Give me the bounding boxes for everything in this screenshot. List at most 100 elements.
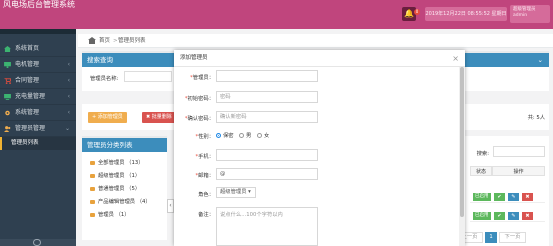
- folder-icon: [90, 173, 95, 178]
- confirm-label: *确认密码：: [184, 116, 214, 122]
- breadcrumb-separator: >: [113, 38, 118, 44]
- sidebar: 系统首页 电机管理 ‹ 合同管理 ‹ 充电量管理 ‹ 系统管理 ‹ 管理员管理 …: [0, 29, 76, 246]
- pagination-next[interactable]: 下一页: [499, 232, 526, 243]
- dialog-header: 添加管理员 ×: [174, 50, 465, 67]
- table-search-input[interactable]: [493, 146, 545, 157]
- sidebar-item-label: 管理员管理: [15, 125, 46, 132]
- sidebar-item-label: 系统管理: [15, 109, 40, 116]
- sidebar-item-contract[interactable]: 合同管理 ‹: [0, 73, 76, 89]
- email-input[interactable]: @: [216, 168, 318, 180]
- delete-icon[interactable]: ✖: [522, 212, 533, 220]
- table-header-status[interactable]: 状态: [470, 166, 492, 176]
- category-item[interactable]: 产品编辑管理员 （4）: [90, 197, 151, 205]
- gender-radio-male[interactable]: 男: [239, 131, 251, 139]
- user-name: admin: [513, 13, 528, 18]
- breadcrumb: 首页 > 管理员列表: [78, 34, 553, 48]
- radio-checked-icon: [216, 133, 221, 138]
- password-label: *初始密码：: [184, 96, 214, 102]
- category-label: 产品编辑管理员 （4）: [98, 199, 151, 205]
- chevron-left-icon: ‹: [67, 61, 70, 68]
- folder-icon: [90, 160, 95, 165]
- table-row: 已启用 ✔ ✎ ✖: [470, 210, 545, 222]
- sidebar-item-charge[interactable]: 充电量管理 ‹: [0, 89, 76, 105]
- notification-badge: 0: [414, 9, 420, 15]
- category-item[interactable]: 全部管理员 （13）: [90, 158, 144, 166]
- role-label: 角色：: [198, 192, 214, 198]
- password-input[interactable]: 密码: [216, 91, 318, 103]
- category-item[interactable]: 超级管理员 （1）: [90, 171, 140, 179]
- user-menu[interactable]: 超级管理员 admin: [510, 5, 550, 23]
- users-icon: [4, 126, 11, 132]
- sidebar-item-motor[interactable]: 电机管理 ‹: [0, 57, 76, 73]
- phone-label: *手机：: [195, 154, 214, 160]
- pagination-page-1[interactable]: 1: [485, 232, 497, 243]
- batch-delete-button[interactable]: ✖ 批量删除: [142, 112, 176, 123]
- folder-icon: [90, 199, 95, 204]
- category-label: 超级管理员 （1）: [98, 173, 141, 179]
- admin-name-label: 管理员名称:: [90, 76, 119, 82]
- sidebar-item-admin[interactable]: 管理员管理 ⌄: [0, 121, 76, 137]
- status-badge: 已启用: [473, 212, 491, 220]
- collapse-handle[interactable]: ‹: [167, 199, 174, 213]
- search-panel-title: 搜索查询: [87, 56, 113, 64]
- gender-label: *性别：: [195, 134, 214, 140]
- home-icon[interactable]: [88, 37, 96, 44]
- table-search-label: 搜索:: [476, 151, 489, 157]
- chevron-down-icon: ⌄: [64, 125, 70, 132]
- note-label: 备注：: [198, 212, 214, 218]
- sidebar-item-system[interactable]: 系统管理 ‹: [0, 105, 76, 121]
- sidebar-subitem-admin-list[interactable]: 管理员列表: [0, 137, 76, 150]
- edit-icon[interactable]: ✎: [508, 212, 519, 220]
- confirm-password-input[interactable]: 确认新密码: [216, 111, 318, 123]
- total-count: 共: 5人: [527, 115, 545, 121]
- role-select[interactable]: 超级管理员 ▾: [216, 187, 256, 198]
- category-panel: 管理员分类列表 全部管理员 （13） 超级管理员 （1） 普通管理员 （5） 产…: [82, 136, 167, 240]
- folder-icon: [90, 186, 95, 191]
- edit-icon[interactable]: ✎: [508, 193, 519, 201]
- sidebar-item-label: 系统首页: [15, 45, 40, 52]
- check-icon[interactable]: ✔: [494, 193, 505, 201]
- phone-input[interactable]: [216, 149, 318, 161]
- cart-icon: [4, 78, 11, 84]
- radio-icon: [257, 133, 262, 138]
- add-admin-dialog: 添加管理员 × *管理员： *初始密码： 密码 *确认密码： 确认新密码 *性别…: [174, 50, 465, 246]
- gender-radio-female[interactable]: 女: [257, 131, 269, 139]
- status-badge: 已启用: [473, 193, 491, 201]
- monitor-icon: [4, 62, 11, 68]
- sidebar-item-label: 合同管理: [15, 77, 40, 84]
- chevron-left-icon: ‹: [67, 93, 70, 100]
- screen-icon: [4, 94, 11, 100]
- radio-icon: [239, 133, 244, 138]
- close-icon[interactable]: ×: [452, 50, 459, 67]
- category-label: 全部管理员 （13）: [98, 160, 144, 166]
- home-icon: [4, 46, 11, 52]
- chevron-left-icon: ‹: [67, 77, 70, 84]
- category-panel-header: 管理员分类列表: [82, 138, 167, 152]
- clock-display: 2019年12月22日 08:55:52 星期日: [425, 7, 507, 21]
- sidebar-item-home[interactable]: 系统首页: [0, 41, 76, 57]
- sidebar-item-label: 充电量管理: [15, 93, 46, 100]
- gender-radio-secret[interactable]: 保密: [216, 131, 234, 139]
- admin-name-input[interactable]: [124, 71, 172, 82]
- table-row: 已启用 ✔ ✎ ✖: [470, 191, 545, 203]
- gear-icon: [5, 110, 10, 116]
- sidebar-toggle-button[interactable]: [0, 239, 76, 246]
- breadcrumb-home[interactable]: 首页: [99, 34, 110, 48]
- chevron-down-icon: ⌄: [537, 56, 543, 64]
- dialog-scrollbar[interactable]: [459, 67, 465, 246]
- top-header: 风电场后台管理系统 🔔 0 2019年12月22日 08:55:52 星期日 超…: [0, 0, 553, 29]
- scrollbar-thumb[interactable]: [460, 67, 464, 217]
- note-textarea[interactable]: 说点什么...100个字符以内: [216, 207, 318, 246]
- check-icon[interactable]: ✔: [494, 212, 505, 220]
- username-input[interactable]: [216, 70, 318, 82]
- app-title: 风电场后台管理系统: [3, 0, 75, 9]
- table-header-ops: 操作: [492, 166, 545, 176]
- username-label: *管理员：: [190, 75, 214, 81]
- add-admin-button[interactable]: + 添加管理员: [88, 112, 127, 123]
- toggle-circle-icon: [33, 239, 41, 246]
- email-label: *邮箱：: [195, 173, 214, 179]
- category-label: 管理员 （1）: [98, 212, 130, 218]
- category-item[interactable]: 普通管理员 （5）: [90, 184, 140, 192]
- delete-icon[interactable]: ✖: [522, 193, 533, 201]
- category-item[interactable]: 管理员 （1）: [90, 210, 130, 218]
